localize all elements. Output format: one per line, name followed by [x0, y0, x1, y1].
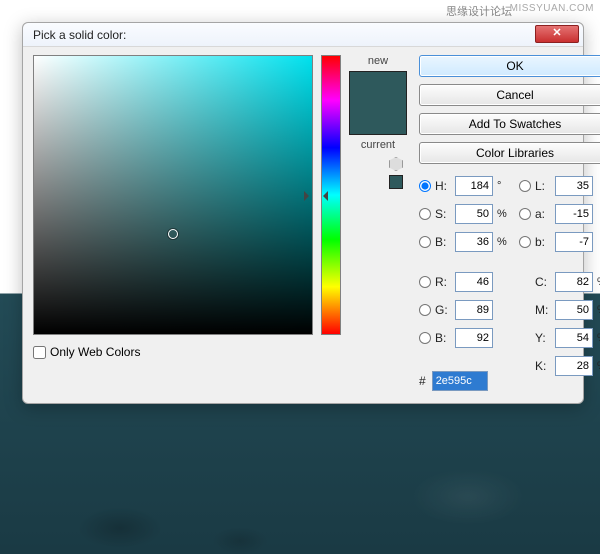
lb-row: b:: [519, 231, 600, 253]
web-safe-swatch[interactable]: [389, 175, 403, 189]
hex-input[interactable]: [432, 371, 488, 391]
h-row: H:°: [419, 175, 511, 197]
b-radio[interactable]: [419, 332, 431, 344]
hsb-rgb-column: H:° S:% B:% R: G: B: #: [419, 175, 511, 391]
color-libraries-button[interactable]: Color Libraries: [419, 142, 600, 164]
g-input[interactable]: [455, 300, 493, 320]
sv-cursor-icon: [168, 229, 178, 239]
L-radio[interactable]: [519, 180, 531, 192]
bv-radio[interactable]: [419, 236, 431, 248]
watermark-en: .MISSYUAN.COM: [506, 3, 594, 14]
hex-label: #: [419, 374, 426, 388]
hex-row: #: [419, 371, 511, 391]
gamut-warning-icon[interactable]: [389, 157, 403, 171]
cancel-button[interactable]: Cancel: [419, 84, 600, 106]
b-input[interactable]: [455, 328, 493, 348]
s-input[interactable]: [455, 204, 493, 224]
b-row: B:: [419, 327, 511, 349]
h-radio[interactable]: [419, 180, 431, 192]
C-input[interactable]: [555, 272, 593, 292]
r-input[interactable]: [455, 272, 493, 292]
lab-cmyk-column: L: a: b: C:% M:% Y:% K:%: [519, 175, 600, 391]
new-label: new: [368, 55, 388, 67]
only-web-colors-input[interactable]: [33, 346, 46, 359]
only-web-colors-label: Only Web Colors: [50, 345, 140, 359]
watermark-cn: 思缘设计论坛: [446, 3, 512, 19]
ok-button[interactable]: OK: [419, 55, 600, 77]
titlebar[interactable]: Pick a solid color: ✕: [23, 23, 583, 47]
r-radio[interactable]: [419, 276, 431, 288]
only-web-colors-checkbox[interactable]: Only Web Colors: [33, 345, 341, 359]
M-row: M:%: [519, 299, 600, 321]
r-row: R:: [419, 271, 511, 293]
bv-row: B:%: [419, 231, 511, 253]
close-button[interactable]: ✕: [535, 25, 579, 43]
K-input[interactable]: [555, 356, 593, 376]
add-to-swatches-button[interactable]: Add To Swatches: [419, 113, 600, 135]
C-row: C:%: [519, 271, 600, 293]
Y-row: Y:%: [519, 327, 600, 349]
g-radio[interactable]: [419, 304, 431, 316]
hue-arrows-icon: [316, 189, 326, 201]
a-row: a:: [519, 203, 600, 225]
color-picker-dialog: Pick a solid color: ✕ Only Web Colors ne…: [22, 22, 584, 404]
g-row: G:: [419, 299, 511, 321]
K-row: K:%: [519, 355, 600, 377]
saturation-value-field[interactable]: [33, 55, 313, 335]
Y-input[interactable]: [555, 328, 593, 348]
a-radio[interactable]: [519, 208, 531, 220]
lb-input[interactable]: [555, 232, 593, 252]
h-input[interactable]: [455, 176, 493, 196]
current-label: current: [361, 139, 395, 151]
s-radio[interactable]: [419, 208, 431, 220]
L-row: L:: [519, 175, 600, 197]
lb-radio[interactable]: [519, 236, 531, 248]
s-row: S:%: [419, 203, 511, 225]
bv-input[interactable]: [455, 232, 493, 252]
current-color-swatch: [350, 103, 406, 134]
M-input[interactable]: [555, 300, 593, 320]
a-input[interactable]: [555, 204, 593, 224]
dialog-title: Pick a solid color:: [33, 28, 126, 42]
new-color-swatch: [350, 72, 406, 103]
L-input[interactable]: [555, 176, 593, 196]
color-swatch-compare[interactable]: [349, 71, 407, 135]
